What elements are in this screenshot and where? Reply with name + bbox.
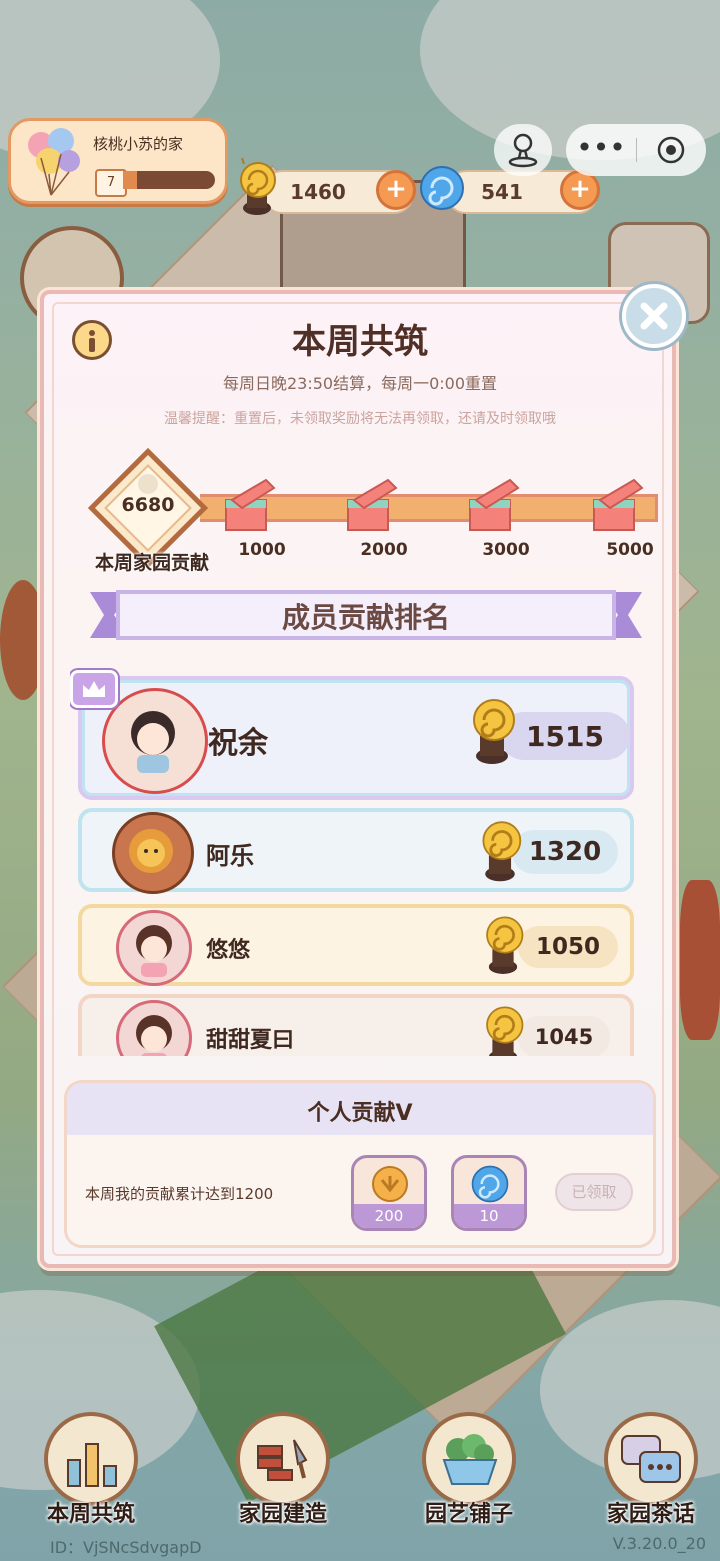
girl-avatar-icon [136,1015,172,1056]
add-snail-coin-button[interactable]: + [376,170,416,210]
personal-contribution-panel: 个人贡献Ⅴ 本周我的贡献累计达到1200 200 10 已领取 [64,1080,656,1248]
lion-avatar-icon [129,829,173,873]
bar-chart-icon [67,1443,117,1487]
milestone-gift-3000-icon[interactable] [466,478,526,534]
member-score-pill: 1515 [500,712,630,760]
girl-avatar-icon [136,925,172,977]
blue-orb-icon [420,166,464,210]
nav-home-chat[interactable]: 家园茶话 [596,1412,706,1532]
avatar [102,688,208,794]
nav-weekly-build-circle [44,1412,138,1506]
top-rank-crown-badge [70,670,118,708]
member-score-pill: 1045 [518,1016,610,1056]
avatar [112,812,194,894]
settlement-schedule: 每周日晚23:50结算，每周一0:00重置 [222,374,498,393]
member-score: 1050 [535,934,600,960]
profile-button[interactable] [494,124,552,176]
claimed-button[interactable]: 已领取 [555,1173,633,1211]
blue-orb-counter: 541 + [446,170,600,214]
milestone-label-5000: 5000 [606,540,654,560]
balloons-icon [28,128,80,196]
member-ranking-list[interactable]: 祝余 1515 阿乐 1320 悠悠 1050 甜甜夏曰 1045 [70,664,650,1056]
avatar [116,910,192,986]
chat-bubbles-icon [621,1435,681,1483]
reward-gold-coin[interactable]: 200 [351,1155,427,1231]
nav-label: 本周共筑 [46,1502,135,1527]
nav-home-build-circle [236,1412,330,1506]
person-icon [508,133,538,168]
member-name: 阿乐 [206,842,254,870]
member-score-pill: 1320 [512,830,618,874]
crown-icon [83,681,105,697]
nav-label: 家园茶话 [606,1502,695,1527]
app-version: V.3.20.0_20 [612,1534,706,1553]
member-score: 1320 [528,837,602,867]
nav-label: 园艺铺子 [424,1502,513,1527]
milestone-label-3000: 3000 [482,540,530,560]
plant-pot-icon [442,1434,498,1485]
nav-home-chat-circle [604,1412,698,1506]
reward-count: 10 [454,1204,524,1228]
snail-trophy-icon [482,821,522,882]
snail-trophy-icon [486,1006,524,1056]
member-row-2[interactable]: 阿乐 1320 [78,808,634,894]
snail-trophy-icon [473,699,515,764]
member-score-pill: 1050 [518,926,618,968]
girl-avatar-icon [131,711,175,773]
blue-orb-icon [471,1165,509,1203]
target-icon [657,136,685,164]
nav-garden-shop[interactable]: 园艺铺子 [414,1412,524,1532]
member-name: 甜甜夏曰 [206,1028,295,1053]
nav-weekly-build[interactable]: 本周共筑 [36,1412,146,1532]
ranking-title: 成员贡献排名 [281,601,450,634]
weekly-contribution-label: 本周家园贡献 [94,552,209,574]
member-score: 1045 [534,1025,594,1049]
dialog-title: 本周共筑 [292,322,428,362]
reward-blue-orb[interactable]: 10 [451,1155,527,1231]
reminder-tip: 温馨提醒：重置后，未领取奖励将无法再领取，还请及时领取哦 [164,411,556,427]
milestone-gift-5000-icon[interactable] [590,478,650,534]
reward-count: 200 [354,1204,424,1228]
home-info-card[interactable]: 核桃小苏的家 7 [8,118,228,204]
add-blue-orb-button[interactable]: + [560,170,600,210]
personal-contribution-description: 本周我的贡献累计达到1200 [85,1185,274,1203]
milestone-label-1000: 1000 [238,540,286,560]
milestone-gift-2000-icon[interactable] [344,478,404,534]
member-row-3[interactable]: 悠悠 1050 [78,904,634,986]
member-score: 1515 [526,720,604,753]
nav-label: 家园建造 [238,1502,327,1527]
nav-garden-shop-circle [422,1412,516,1506]
more-options-icon[interactable]: ••• [566,124,636,176]
member-name: 悠悠 [206,938,251,963]
miniprogram-capsule: ••• [566,124,706,176]
close-miniprogram-button[interactable] [636,124,706,176]
home-level-progress-fill [123,171,137,189]
personal-contribution-title: 个人贡献Ⅴ [307,1101,413,1126]
snail-trophy-icon [240,157,276,215]
player-id: ID：VjSNcSdvgapD [50,1538,202,1557]
milestone-label-2000: 2000 [360,540,408,560]
milestone-gift-1000-icon[interactable] [222,478,282,534]
home-level-progress [123,171,215,189]
bricks-trowel-icon [257,1439,308,1481]
gold-coin-icon [372,1166,408,1202]
nav-home-build[interactable]: 家园建造 [228,1412,338,1532]
member-name: 祝余 [208,726,268,761]
snail-trophy-icon [486,916,524,974]
weekly-contribution-value: 6680 [121,494,175,516]
home-name: 核桃小苏的家 [93,135,184,153]
member-row-4[interactable]: 甜甜夏曰 1045 [78,994,634,1056]
avatar [116,1000,192,1056]
member-row-1[interactable]: 祝余 1515 [78,676,634,800]
snail-coin-counter: 1460 + [262,170,416,214]
